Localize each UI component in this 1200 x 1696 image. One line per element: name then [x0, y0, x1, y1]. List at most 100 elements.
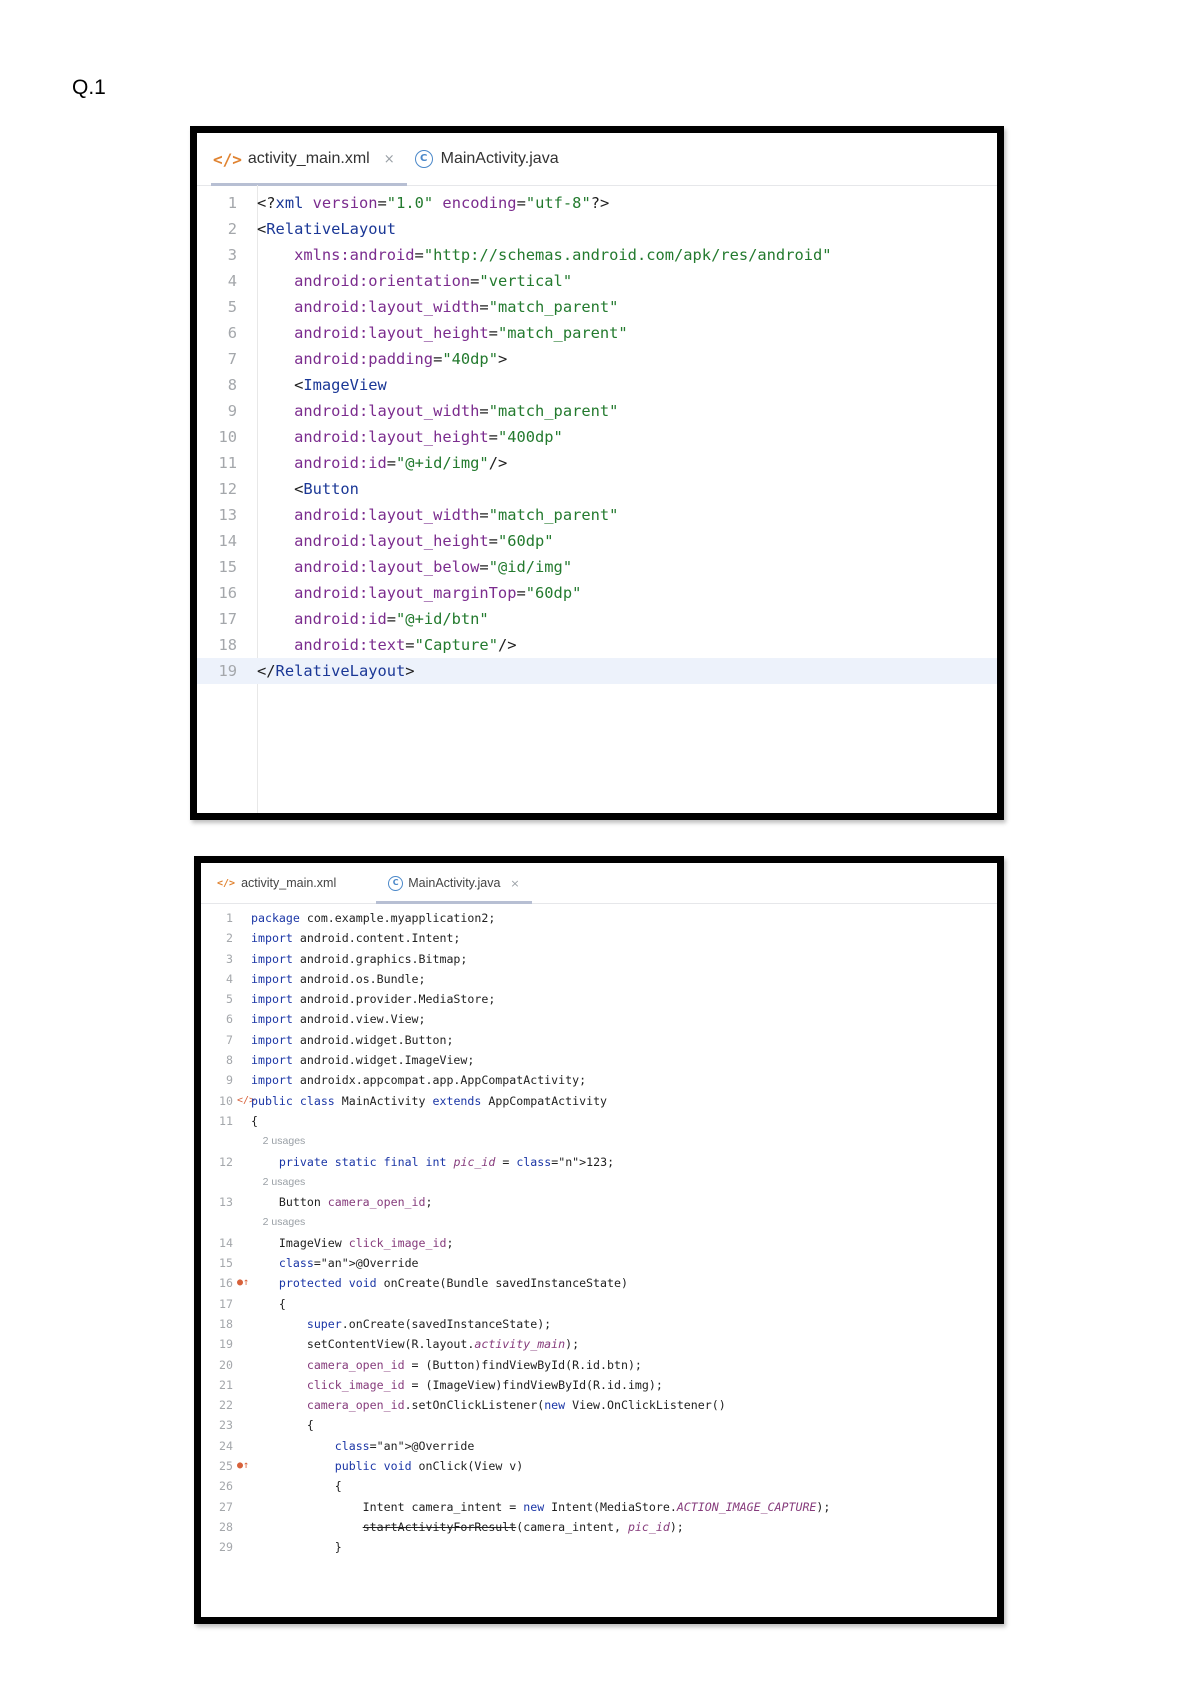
code-line: 16 ●↑ protected void onCreate(Bundle save… [201, 1273, 997, 1293]
code-line: 28 startActivityForResult(camera_intent,… [201, 1517, 997, 1537]
gutter-space [237, 502, 257, 528]
line-number: 3 [227, 246, 237, 264]
code-text: android:orientation="vertical" [294, 272, 573, 290]
gutter-space [237, 606, 257, 632]
line-number: 22 [219, 1398, 233, 1413]
code-line: 9 import androidx.appcompat.app.AppCompat… [201, 1070, 997, 1090]
code-line: 15 class="an">@Override [201, 1253, 997, 1273]
gutter-space [237, 320, 257, 346]
line-number [201, 1131, 233, 1151]
code-text: } [251, 1540, 342, 1555]
gutter-space [233, 1334, 251, 1354]
gutter-space [237, 398, 257, 424]
gutter-space [233, 1233, 251, 1253]
java-class-icon: C [388, 875, 404, 891]
line-number: 17 [218, 610, 237, 628]
usage-hint-text: 2 usages [251, 1135, 306, 1148]
code-line: 8 import android.widget.ImageView; [201, 1050, 997, 1070]
gutter-space [237, 450, 257, 476]
java-editor-panel: </> activity_main.xml C MainActivity.jav… [194, 856, 1004, 1624]
line-number: 14 [219, 1235, 233, 1250]
code-line: 10 </> public class MainActivity extends A… [201, 1091, 997, 1111]
line-number: 4 [227, 272, 237, 290]
gutter-marker-icon[interactable]: ●↑ [233, 1456, 251, 1476]
gutter-space [233, 949, 251, 969]
line-number: 29 [219, 1540, 233, 1555]
tab-mainactivity-java[interactable]: C MainActivity.java × [376, 863, 533, 904]
code-line: 17 android:id="@+id/btn" [197, 606, 997, 632]
code-line: 21 click_image_id = (ImageView)findViewB… [201, 1375, 997, 1395]
code-text: import android.provider.MediaStore; [251, 992, 496, 1007]
line-number [201, 1172, 233, 1192]
code-text: { [251, 1418, 314, 1433]
line-number: 20 [219, 1357, 233, 1372]
code-line: 6 android:layout_height="match_parent" [197, 320, 997, 346]
code-text: android:layout_marginTop="60dp" [294, 584, 582, 602]
gutter-space [233, 969, 251, 989]
close-tab-icon[interactable]: × [510, 877, 519, 890]
editor-tab-bar: </> activity_main.xml C MainActivity.jav… [201, 863, 997, 904]
line-number: 5 [226, 992, 233, 1007]
line-number: 11 [218, 454, 237, 472]
code-text: import android.content.Intent; [251, 931, 461, 946]
line-number: 10 [219, 1093, 233, 1108]
gutter-space [237, 372, 257, 398]
gutter-space [233, 1476, 251, 1496]
code-line: 6 import android.view.View; [201, 1009, 997, 1029]
gutter-space [237, 346, 257, 372]
code-line: 12 <Button [197, 476, 997, 502]
code-line: 17 { [201, 1294, 997, 1314]
code-line: 15 android:layout_below="@id/img" [197, 554, 997, 580]
gutter-space [237, 554, 257, 580]
code-text: android:layout_height="400dp" [294, 428, 563, 446]
usage-hint-text: 2 usages [251, 1216, 306, 1229]
code-text: android:text="Capture"/> [294, 636, 517, 654]
gutter-space [233, 1253, 251, 1273]
tab-activity-main-xml[interactable]: </> activity_main.xml × [211, 133, 407, 186]
line-number: 16 [219, 1276, 233, 1291]
xml-editor-panel: </> activity_main.xml × C MainActivity.j… [190, 126, 1004, 820]
code-line: 29 } [201, 1537, 997, 1557]
gutter-space [237, 658, 257, 684]
line-number: 2 [227, 220, 237, 238]
code-line: 12 private static final int pic_id = cla… [201, 1152, 997, 1172]
line-number: 3 [226, 951, 233, 966]
code-line: 18 android:text="Capture"/> [197, 632, 997, 658]
gutter-space [237, 424, 257, 450]
gutter-space [233, 928, 251, 948]
tab-mainactivity-java[interactable]: C MainActivity.java [413, 133, 571, 185]
gutter-marker-icon[interactable]: ●↑ [233, 1273, 251, 1293]
gutter-space [233, 1294, 251, 1314]
line-number: 9 [226, 1073, 233, 1088]
code-line: 2 import android.content.Intent; [201, 928, 997, 948]
gutter-space [233, 1050, 251, 1070]
line-number: 7 [227, 350, 237, 368]
close-tab-icon[interactable]: × [384, 152, 395, 167]
line-number: 19 [218, 662, 237, 680]
tab-label: MainActivity.java [408, 876, 501, 890]
gutter-marker-icon[interactable]: </> [233, 1091, 255, 1111]
code-text: android:layout_below="@id/img" [294, 558, 573, 576]
gutter-space [233, 1355, 251, 1375]
line-number: 1 [227, 194, 237, 212]
code-text: </RelativeLayout> [257, 662, 415, 680]
code-text: protected void onCreate(Bundle savedInst… [278, 1276, 628, 1291]
gutter-space [233, 1111, 251, 1131]
code-text: Intent camera_intent = new Intent(MediaS… [251, 1499, 831, 1514]
tab-label: activity_main.xml [247, 150, 370, 167]
gutter-space [233, 1070, 251, 1090]
xml-code-area[interactable]: 1 <?xml version="1.0" encoding="utf-8"?> 2… [197, 186, 997, 684]
code-line: 7 android:padding="40dp"> [197, 346, 997, 372]
code-line: 23 { [201, 1415, 997, 1435]
code-text: class="an">@Override [278, 1256, 419, 1271]
gutter-space [237, 580, 257, 606]
code-line: 25 ●↑ public void onClick(View v) [201, 1456, 997, 1476]
java-code-area[interactable]: 1 package com.example.myapplication2; 2 imp… [201, 904, 997, 1558]
gutter-space [233, 1415, 251, 1435]
line-number: 10 [218, 428, 237, 446]
code-text: android:layout_width="match_parent" [294, 506, 619, 524]
tab-activity-main-xml[interactable]: </> activity_main.xml [215, 863, 348, 903]
code-line: 4 import android.os.Bundle; [201, 969, 997, 989]
code-text: setContentView(R.layout.activity_main); [251, 1337, 580, 1352]
gutter-space [237, 216, 257, 242]
